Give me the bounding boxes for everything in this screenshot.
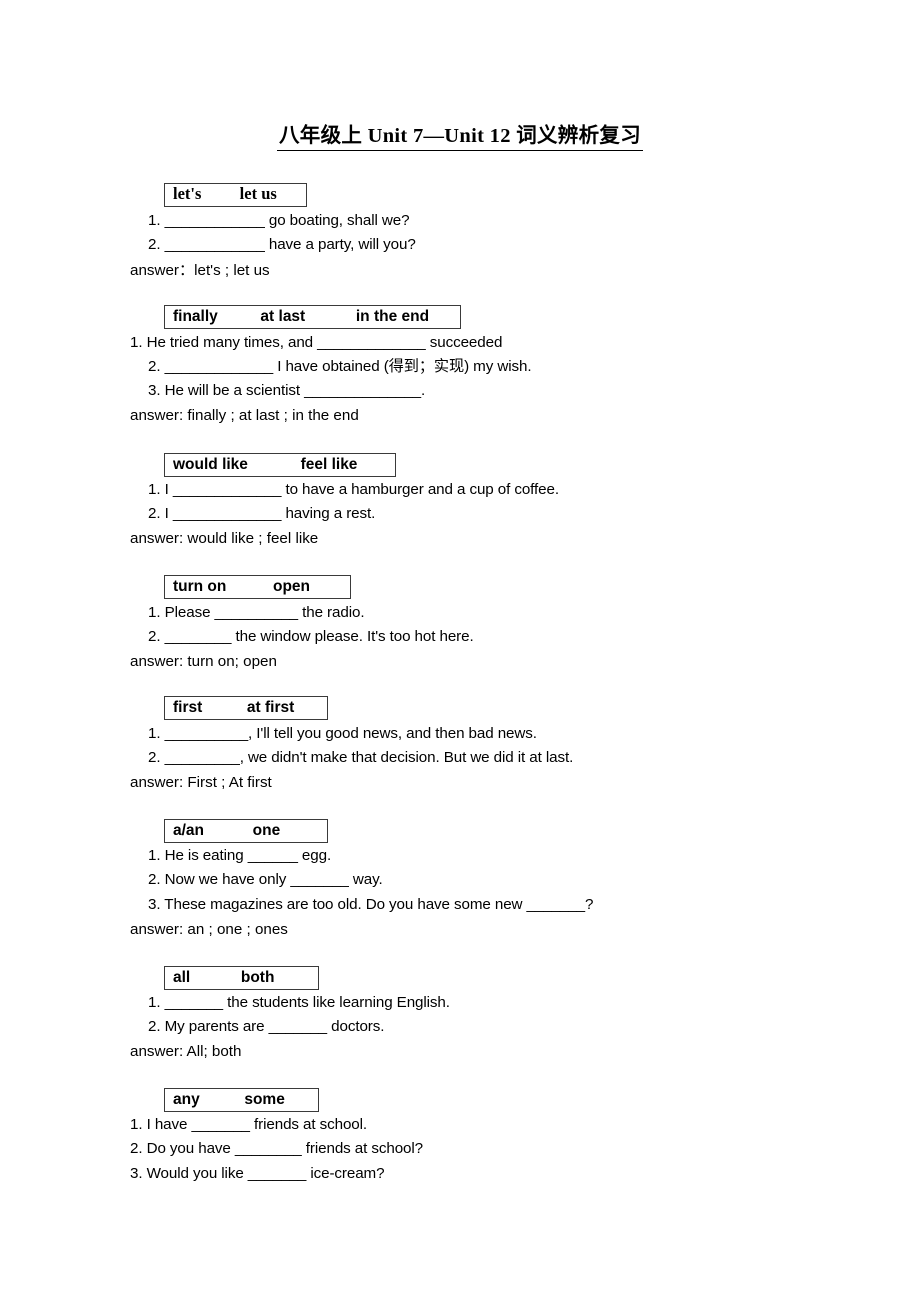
question-item: 2. ________ the window please. It's too … [148,628,474,645]
word-choice: let's [173,184,202,203]
word-choice: feel like [300,456,358,473]
word-choice: both [240,969,275,986]
word-choice: at first [246,699,295,716]
question-item: 1. He tried many times, and ____________… [130,334,503,351]
question-item: 2. _________, we didn't make that decisi… [148,749,574,766]
word-box-finally-atlast-intheend: finally at last in the end [164,305,461,329]
question-item: 2. _____________ I have obtained (得到；实现)… [148,358,532,375]
question-item: 3. Would you like _______ ice-cream? [130,1165,385,1182]
word-box-wouldlike-feellike: would like feel like [164,453,396,477]
word-box-lets-letus: let's let us [164,183,307,207]
word-choice: some [244,1091,285,1108]
word-box-all-both: all both [164,966,319,990]
word-choice: turn on [173,578,227,595]
word-choice: in the end [355,308,430,325]
answer-line: answer: turn on; open [130,653,277,670]
word-box-first-atfirst: first at first [164,696,328,720]
word-choice: a/an [173,822,205,839]
answer-line: answer: an ; one ; ones [130,921,288,938]
question-item: 1. Please __________ the radio. [148,604,365,621]
answer-line: answer: finally ; at last ; in the end [130,407,359,424]
word-box-aan-one: a/an one [164,819,328,843]
answer-line: answer：let's ; let us [130,262,270,279]
question-item: 1. He is eating ______ egg. [148,847,332,864]
question-item: 2. My parents are _______ doctors. [148,1018,385,1035]
question-item: 2. Do you have ________ friends at schoo… [130,1140,424,1157]
answer-line: answer: would like ; feel like [130,530,319,547]
question-item: 2. Now we have only _______ way. [148,871,383,888]
word-choice: all [173,969,191,986]
word-choice: open [273,578,311,595]
question-item: 2. ____________ have a party, will you? [148,236,416,253]
question-item: 3. These magazines are too old. Do you h… [148,896,594,913]
word-choice: first [173,699,203,716]
word-choice: finally [173,308,218,325]
word-choice: at last [260,308,306,325]
question-item: 2. I _____________ having a rest. [148,505,376,522]
page-title-text: 八年级上 Unit 7—Unit 12 词义辨析复习 [276,118,643,151]
page-title: 八年级上 Unit 7—Unit 12 词义辨析复习 [0,118,920,151]
word-choice: one [252,822,281,839]
word-choice: any [173,1091,200,1108]
answer-line: answer: First ; At first [130,774,272,791]
word-box-any-some: any some [164,1088,319,1112]
question-item: 1. I have _______ friends at school. [130,1116,368,1133]
word-choice: let us [239,184,277,203]
answer-line: answer: All; both [130,1043,242,1060]
question-item: 3. He will be a scientist ______________… [148,382,426,399]
question-item: 1. __________, I'll tell you good news, … [148,725,537,742]
word-choice: would like [173,456,248,473]
question-item: 1. I _____________ to have a hamburger a… [148,481,559,498]
worksheet-page: 八年级上 Unit 7—Unit 12 词义辨析复习 let's let us … [0,0,920,1302]
question-item: 1. _______ the students like learning En… [148,994,450,1011]
question-item: 1. ____________ go boating, shall we? [148,212,410,229]
word-box-turnon-open: turn on open [164,575,351,599]
